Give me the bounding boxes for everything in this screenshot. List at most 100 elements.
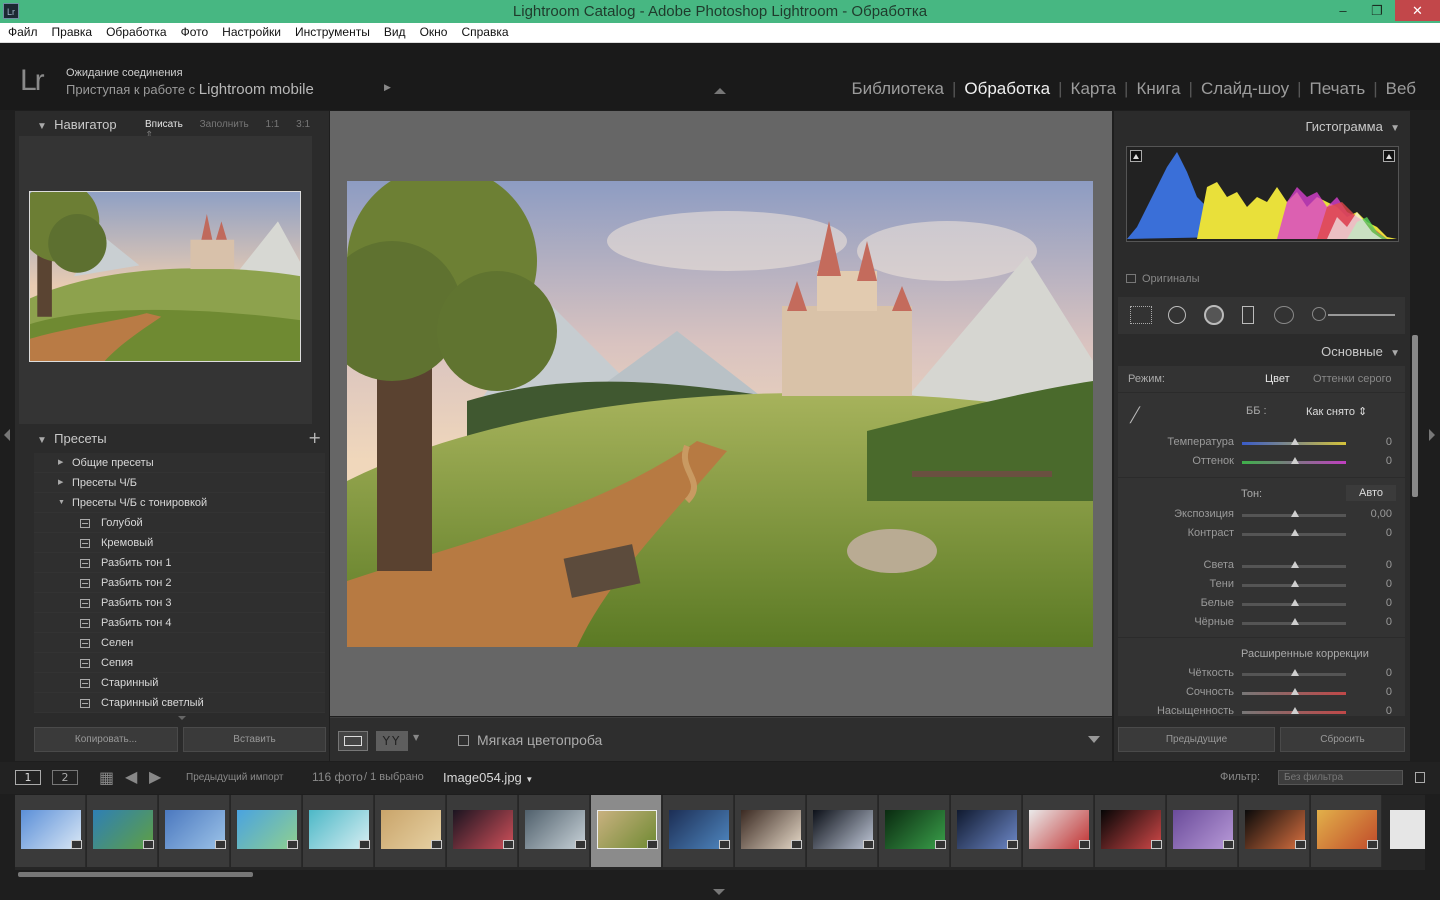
right-scrollbar[interactable] — [1412, 335, 1418, 497]
slider-value[interactable]: 0 — [1362, 597, 1392, 609]
adjustment-slider[interactable] — [1242, 561, 1346, 568]
filmstrip-thumbnail[interactable] — [1239, 795, 1310, 867]
slider-value[interactable]: 0 — [1362, 436, 1392, 448]
copy-button[interactable]: Копировать... — [34, 727, 178, 752]
navigator-thumbnail[interactable] — [29, 191, 301, 362]
module-develop[interactable]: Обработка — [956, 79, 1058, 99]
filmstrip-scrollbar[interactable] — [18, 872, 253, 877]
filmstrip-thumbnail-partial[interactable] — [1390, 810, 1425, 849]
grid-view-icon[interactable]: ▦ — [99, 768, 114, 787]
slider-knob[interactable] — [1291, 599, 1299, 606]
slider-value[interactable]: 0 — [1362, 667, 1392, 679]
preset-item[interactable]: Селен — [34, 633, 325, 653]
slider-value[interactable]: 0 — [1362, 559, 1392, 571]
filmstrip-thumbnail[interactable] — [303, 795, 374, 867]
slider-knob[interactable] — [1291, 618, 1299, 625]
slider-value[interactable]: 0 — [1362, 705, 1392, 717]
slider-value[interactable]: 0 — [1362, 686, 1392, 698]
filmstrip-source[interactable]: Предыдущий импорт — [186, 772, 284, 783]
filmstrip-thumbnail[interactable] — [663, 795, 734, 867]
histogram-header[interactable]: Гистограмма ▼ — [1305, 115, 1400, 139]
preset-item[interactable]: Разбить тон 4 — [34, 613, 325, 633]
filter-lock-icon[interactable] — [1415, 772, 1425, 783]
adjustment-slider[interactable] — [1242, 510, 1346, 517]
filmstrip-thumbnail[interactable] — [231, 795, 302, 867]
preset-item[interactable]: Кремовый — [34, 533, 325, 553]
slider-knob[interactable] — [1291, 580, 1299, 587]
spot-removal-icon[interactable] — [1168, 306, 1186, 324]
module-web[interactable]: Веб — [1378, 79, 1424, 99]
filmstrip-thumbnail[interactable] — [159, 795, 230, 867]
adjustment-slider[interactable] — [1242, 669, 1346, 676]
filmstrip-thumbnail[interactable] — [879, 795, 950, 867]
preset-item[interactable]: Старинный светлый — [34, 693, 325, 713]
close-icon[interactable]: ✕ — [1395, 0, 1440, 21]
module-library[interactable]: Библиотека — [844, 79, 952, 99]
second-window-button[interactable]: 2 — [52, 770, 78, 785]
adjustment-slider[interactable] — [1242, 438, 1346, 445]
auto-tone-button[interactable]: Авто — [1346, 485, 1396, 501]
brush-size-slider[interactable] — [1328, 314, 1395, 316]
slider-knob[interactable] — [1291, 669, 1299, 676]
soft-proofing-checkbox[interactable]: Мягкая цветопроба — [458, 732, 602, 748]
filmstrip-thumbnail[interactable] — [519, 795, 590, 867]
treatment-grayscale[interactable]: Оттенки серого — [1313, 373, 1391, 385]
preset-item[interactable]: Голубой — [34, 513, 325, 533]
menu-help[interactable]: Справка — [461, 23, 508, 42]
filmstrip-thumbnail[interactable] — [591, 795, 662, 867]
menu-tools[interactable]: Инструменты — [295, 23, 370, 42]
module-slideshow[interactable]: Слайд-шоу — [1193, 79, 1297, 99]
histogram[interactable] — [1126, 146, 1399, 242]
slider-knob[interactable] — [1291, 510, 1299, 517]
adjustment-brush-icon[interactable] — [1312, 307, 1326, 321]
filmstrip-thumbnail[interactable] — [1095, 795, 1166, 867]
presets-header[interactable]: ▼ Пресеты — [37, 427, 107, 451]
add-preset-icon[interactable]: + — [308, 428, 321, 447]
filmstrip-thumbnail[interactable] — [735, 795, 806, 867]
slider-value[interactable]: 0 — [1362, 527, 1392, 539]
red-eye-icon[interactable] — [1204, 305, 1224, 325]
filmstrip-thumbnail[interactable] — [807, 795, 878, 867]
play-icon[interactable]: ▶ — [384, 83, 391, 93]
menu-view[interactable]: Вид — [384, 23, 406, 42]
preset-item[interactable]: Старинный — [34, 673, 325, 693]
zoom-3-1[interactable]: 3:1 — [296, 119, 310, 130]
filmstrip-thumbnail[interactable] — [1311, 795, 1382, 867]
main-window-button[interactable]: 1 — [15, 770, 41, 785]
preset-item[interactable]: Сепия — [34, 653, 325, 673]
paste-button[interactable]: Вставить — [183, 727, 326, 752]
radial-filter-icon[interactable] — [1274, 306, 1294, 324]
preset-folder[interactable]: ▶ Общие пресеты — [34, 453, 325, 473]
module-map[interactable]: Карта — [1063, 79, 1125, 99]
filmstrip-thumbnail[interactable] — [87, 795, 158, 867]
filename-menu[interactable]: Image054.jpg ▼ — [443, 770, 533, 785]
chevron-down-icon[interactable]: ▼ — [413, 733, 419, 742]
shadow-clipping-icon[interactable] — [1130, 150, 1142, 162]
zoom-fill[interactable]: Заполнить — [200, 119, 249, 130]
adjustment-slider[interactable] — [1242, 618, 1346, 625]
highlight-clipping-icon[interactable] — [1383, 150, 1395, 162]
menu-window[interactable]: Окно — [420, 23, 448, 42]
preset-folder[interactable]: ▶ Пресеты Ч/Б — [34, 473, 325, 493]
slider-knob[interactable] — [1291, 457, 1299, 464]
zoom-fit[interactable]: Вписать — [145, 119, 183, 130]
previous-button[interactable]: Предыдущие — [1118, 727, 1275, 752]
menu-develop[interactable]: Обработка — [106, 23, 167, 42]
filter-select[interactable]: Без фильтра — [1278, 770, 1403, 785]
filmstrip-thumbnail[interactable] — [447, 795, 518, 867]
adjustment-slider[interactable] — [1242, 529, 1346, 536]
slider-knob[interactable] — [1291, 438, 1299, 445]
menu-photo[interactable]: Фото — [181, 23, 209, 42]
menu-settings[interactable]: Настройки — [222, 23, 281, 42]
adjustment-slider[interactable] — [1242, 599, 1346, 606]
scroll-down-icon[interactable] — [178, 716, 186, 720]
module-print[interactable]: Печать — [1302, 79, 1374, 99]
collapse-right-icon[interactable] — [1429, 429, 1435, 441]
collapse-bottom-icon[interactable] — [713, 889, 725, 895]
slider-knob[interactable] — [1291, 561, 1299, 568]
slider-knob[interactable] — [1291, 707, 1299, 714]
reset-button[interactable]: Сбросить — [1280, 727, 1405, 752]
slider-value[interactable]: 0 — [1362, 455, 1392, 467]
treatment-color[interactable]: Цвет — [1265, 373, 1290, 385]
show-originals-toggle[interactable]: Оригиналы — [1126, 273, 1200, 285]
